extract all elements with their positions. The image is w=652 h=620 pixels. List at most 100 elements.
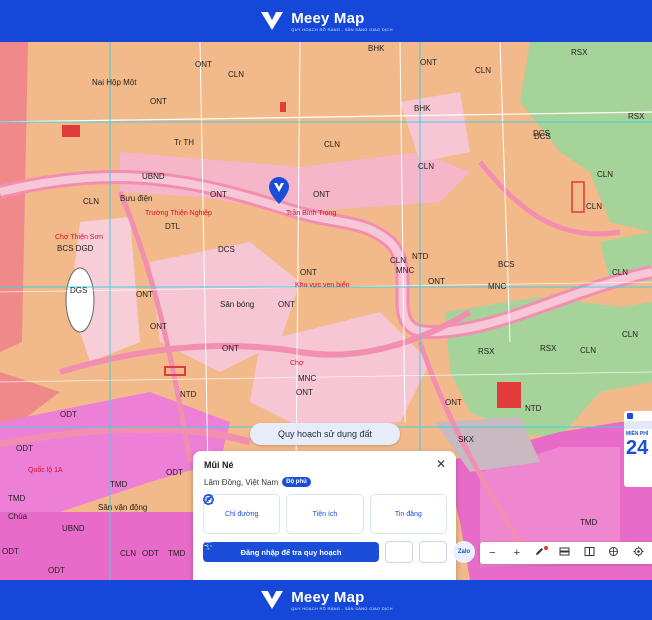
split-view-icon <box>584 547 595 556</box>
map-label: ONT <box>150 97 167 106</box>
map-label: ONT <box>420 58 437 67</box>
split-view-button[interactable] <box>584 546 598 560</box>
map-label-red: Trần Bình Trọng <box>286 210 337 217</box>
map-label: ONT <box>278 300 295 309</box>
coverage-badge[interactable]: Độ phủ <box>282 477 311 487</box>
map-label: DCS <box>218 245 235 254</box>
map-label-red: Khu vực ven biển <box>295 282 350 289</box>
layers-icon <box>559 547 570 556</box>
zoom-in-button[interactable]: + <box>510 546 524 560</box>
map-label: NTD <box>525 404 542 413</box>
map-label: ONT <box>313 190 330 199</box>
location-title: Mũi Né <box>204 460 234 470</box>
map-label: MNC <box>298 374 317 383</box>
favorite-button[interactable] <box>203 541 447 563</box>
map-label: TMD <box>8 494 26 503</box>
map-label: ODT <box>16 444 33 453</box>
map-label: ODT <box>166 468 183 477</box>
map-label: ODT <box>60 410 77 419</box>
map-label: RSX <box>478 347 495 356</box>
map-toolbar: − + <box>480 542 652 564</box>
map-label-red: Chợ <box>290 360 304 367</box>
map-label: BHK <box>368 44 385 53</box>
map-label: ODT <box>2 547 19 556</box>
map-label: CLN <box>418 162 435 171</box>
map-label: UBND <box>142 172 165 181</box>
location-panel: Mũi Né ✕ Lâm Đồng, Việt Nam Độ phủ Chỉ đ… <box>193 451 456 580</box>
login-to-search-button[interactable]: Đăng nhập để tra quy hoạch <box>203 541 379 562</box>
map-label: ONT <box>210 190 227 199</box>
location-region: Lâm Đồng, Việt Nam <box>204 477 279 487</box>
map-label: CLN <box>83 197 100 206</box>
map-label: CLN <box>597 170 614 179</box>
map-label: Bưu điện <box>120 194 153 203</box>
map-label: UBND <box>62 524 85 533</box>
map-label: ONT <box>296 388 313 397</box>
map-label: RSX <box>571 48 588 57</box>
brand-footer: Meey Map QUY HOẠCH RÕ RÀNG - SẴN SÀNG GI… <box>259 587 393 613</box>
map-label: BCS DGD <box>57 244 94 253</box>
map-label: Nai Hộp Một <box>92 78 137 87</box>
map-label: TMD <box>110 480 128 489</box>
basemap-button[interactable] <box>608 546 622 560</box>
map-label: CLN <box>622 330 639 339</box>
bottom-banner: Meey Map QUY HOẠCH RÕ RÀNG - SẴN SÀNG GI… <box>0 580 652 620</box>
action-row: Chỉ đường Tiện ích Tin đăng <box>203 494 447 534</box>
brand-tagline: QUY HOẠCH RÕ RÀNG - SẴN SÀNG GIAO DỊCH <box>291 26 393 32</box>
listing-button[interactable]: Tin đăng <box>204 494 447 534</box>
map-label: BHK <box>414 104 431 113</box>
map-label-red: Trường Thiện Nghiệp <box>145 210 212 217</box>
utilities-label: Tiện ích <box>312 510 338 518</box>
panel-footer: Đăng nhập để tra quy hoạch <box>203 541 447 563</box>
my-location-button[interactable] <box>633 546 647 560</box>
planning-map[interactable]: BHK RSX ONT CLN CLN ONT BHK RSX Nai Hộp … <box>0 42 652 580</box>
map-label: DTL <box>165 222 181 231</box>
meey-logo-icon <box>261 591 284 609</box>
promo-minicard[interactable]: MIỄN PHÍ 24 <box>624 411 652 487</box>
map-label: ONT <box>195 60 212 69</box>
layers-button[interactable] <box>559 546 573 560</box>
map-label: Sân vận động <box>98 503 148 512</box>
draw-tool-button[interactable] <box>534 546 549 560</box>
heart-icon <box>203 542 214 552</box>
map-label: ODT <box>142 549 159 558</box>
listing-icon <box>204 494 213 505</box>
zalo-button[interactable]: Zalo <box>453 541 475 563</box>
brand-tagline: QUY HOẠCH RÕ RÀNG - SẴN SÀNG GIAO DỊCH <box>291 605 393 611</box>
map-label: BCS <box>498 260 515 269</box>
crosshair-icon <box>633 546 644 557</box>
directions-label: Chỉ đường <box>224 510 259 518</box>
map-label: ODT <box>48 566 65 575</box>
map-label: SKX <box>458 435 475 444</box>
map-label: Chùa <box>8 512 28 521</box>
login-label: Đăng nhập để tra quy hoạch <box>240 547 342 557</box>
map-label: CLN <box>612 268 629 277</box>
map-label: TMD <box>168 549 186 558</box>
listing-label: Tin đăng <box>394 510 422 518</box>
zoom-out-button[interactable]: − <box>485 546 499 560</box>
map-label: ONT <box>445 398 462 407</box>
map-label: ONT <box>428 277 445 286</box>
map-label-red: Quốc lộ 1A <box>28 467 63 474</box>
meey-mini-logo-icon <box>627 413 633 419</box>
layer-chip[interactable]: Quy hoạch sử dụng đất <box>250 423 400 445</box>
directions-button[interactable]: Chỉ đường <box>203 494 281 534</box>
notification-dot <box>544 546 549 550</box>
map-label: ONT <box>222 344 239 353</box>
map-label: NTD <box>412 252 429 261</box>
utilities-button[interactable]: Tiện ích <box>204 494 364 534</box>
brand-name: Meey Map <box>291 9 365 27</box>
map-label: MNC <box>396 266 415 275</box>
map-label: CLN <box>475 66 492 75</box>
promo-number: 24 <box>626 437 649 459</box>
map-label: ONT <box>150 322 167 331</box>
location-address: Lâm Đồng, Việt Nam Độ phủ <box>204 477 311 487</box>
brand-name: Meey Map <box>291 588 365 606</box>
share-button[interactable] <box>203 541 413 563</box>
map-label: Sân bóng <box>220 300 255 309</box>
top-banner: Meey Map QUY HOẠCH RÕ RÀNG - SẴN SÀNG GI… <box>0 0 652 42</box>
map-label: ONT <box>300 268 317 277</box>
promo-bar <box>624 421 652 429</box>
map-label-red: Chợ Thiện Sơn <box>55 234 103 241</box>
close-icon[interactable]: ✕ <box>434 457 448 471</box>
